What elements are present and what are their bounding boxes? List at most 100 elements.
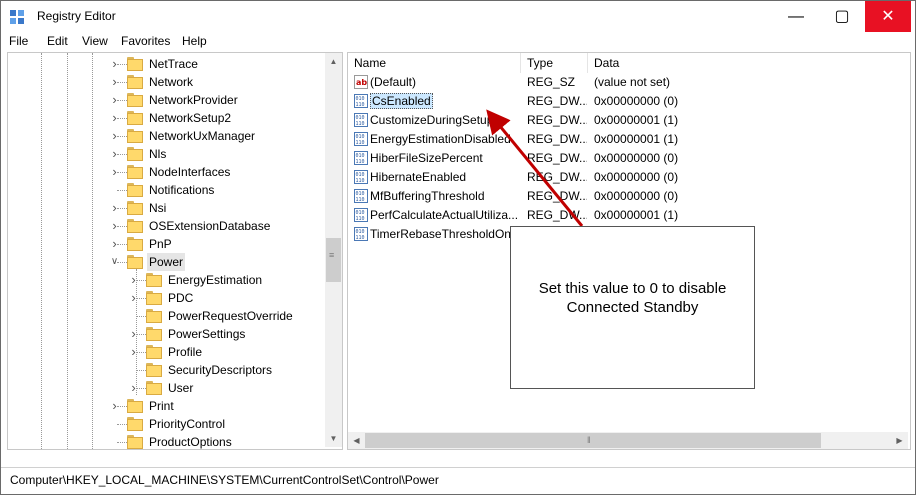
tree-node[interactable]: Notifications xyxy=(8,181,323,199)
scrollbar-thumb[interactable]: ≡ xyxy=(326,238,341,282)
menu-help[interactable]: Help xyxy=(182,34,207,48)
tree-guide-line xyxy=(117,190,127,191)
scroll-left-arrow-icon[interactable]: ◀ xyxy=(348,432,365,449)
expand-chevron-icon[interactable]: › xyxy=(110,217,119,235)
scroll-down-arrow-icon[interactable]: ▼ xyxy=(325,430,342,447)
tree-node[interactable]: › Network xyxy=(8,73,323,91)
expand-chevron-icon[interactable]: › xyxy=(110,235,119,253)
value-type: REG_DW... xyxy=(527,189,587,203)
expand-chevron-icon[interactable]: › xyxy=(110,55,119,73)
registry-editor-window: Registry Editor — ▢ ✕ File Edit View Fav… xyxy=(0,0,916,495)
svg-text:110: 110 xyxy=(356,159,365,165)
list-horizontal-scrollbar[interactable]: ◀ ‖ ▶ xyxy=(348,432,908,449)
expand-chevron-icon[interactable]: › xyxy=(110,109,119,127)
grip-icon: ‖ xyxy=(587,435,591,445)
tree-node[interactable]: › PDC xyxy=(8,289,323,307)
tree-node[interactable]: PowerRequestOverride xyxy=(8,307,323,325)
value-name-cell: EnergyEstimationDisabled xyxy=(370,130,520,149)
collapse-chevron-icon[interactable]: ∨ xyxy=(110,253,119,271)
value-row[interactable]: 010 110 MfBufferingThreshold REG_DW... 0x000… xyxy=(348,187,908,206)
tree-node-label: Profile xyxy=(168,345,203,359)
value-name-cell: HibernateEnabled xyxy=(370,168,520,187)
folder-icon xyxy=(127,219,143,233)
value-data: 0x00000000 (0) xyxy=(594,151,679,165)
scrollbar-thumb[interactable]: ‖ xyxy=(365,433,821,448)
tree-node[interactable]: › NetworkUxManager xyxy=(8,127,323,145)
tree-node-label: OSExtensionDatabase xyxy=(149,219,271,233)
tree-node-label: ProductOptions xyxy=(149,435,232,449)
expand-chevron-icon[interactable]: › xyxy=(110,199,119,217)
scroll-right-arrow-icon[interactable]: ▶ xyxy=(891,432,908,449)
tree-node[interactable]: PriorityControl xyxy=(8,415,323,433)
expand-chevron-icon[interactable]: › xyxy=(129,343,138,361)
tree-node[interactable]: SecurityDescriptors xyxy=(8,361,323,379)
column-header-type[interactable]: Type xyxy=(521,53,588,73)
tree-node[interactable]: › Nls xyxy=(8,145,323,163)
expand-chevron-icon[interactable]: › xyxy=(129,379,138,397)
folder-icon xyxy=(146,363,162,377)
menu-file[interactable]: File xyxy=(9,34,28,48)
value-row[interactable]: 010 110 EnergyEstimationDisabled REG_DW... 0… xyxy=(348,130,908,149)
tree-node[interactable]: › NetTrace xyxy=(8,55,323,73)
key-tree-pane[interactable]: › NetTrace › Network › NetworkProvider › Networ… xyxy=(7,52,343,450)
value-data: 0x00000000 (0) xyxy=(594,94,679,108)
expand-chevron-icon[interactable]: › xyxy=(110,127,119,145)
expand-chevron-icon[interactable]: › xyxy=(110,397,119,415)
minimize-button[interactable]: — xyxy=(773,1,819,32)
value-row[interactable]: ab (Default) REG_SZ (value not set) xyxy=(348,73,908,92)
expand-chevron-icon[interactable]: › xyxy=(129,289,138,307)
value-name: (Default) xyxy=(370,75,417,89)
dword-value-icon: 010 110 xyxy=(354,189,368,203)
tree-node[interactable]: › User xyxy=(8,379,323,397)
value-name: MfBufferingThreshold xyxy=(370,189,485,203)
expand-chevron-icon[interactable]: › xyxy=(110,163,119,181)
tree-node[interactable]: ∨ Power xyxy=(8,253,323,271)
tree-node[interactable]: › PowerSettings xyxy=(8,325,323,343)
value-name: TimerRebaseThresholdOn... xyxy=(370,227,520,241)
expand-chevron-icon[interactable]: › xyxy=(110,145,119,163)
maximize-button[interactable]: ▢ xyxy=(819,1,865,32)
value-row[interactable]: 010 110 HibernateEnabled REG_DW... 0x0000000… xyxy=(348,168,908,187)
value-name-cell: HiberFileSizePercent xyxy=(370,149,520,168)
dword-value-icon: 010 110 xyxy=(354,113,368,127)
expand-chevron-icon[interactable]: › xyxy=(129,325,138,343)
expand-chevron-icon[interactable]: › xyxy=(110,91,119,109)
tree-node[interactable]: › Profile xyxy=(8,343,323,361)
column-header-data[interactable]: Data xyxy=(588,53,908,73)
value-row[interactable]: 010 110 PerfCalculateActualUtiliza... REG_D… xyxy=(348,206,908,225)
tree-node-label: NetworkSetup2 xyxy=(149,111,232,125)
tree-node[interactable]: › Print xyxy=(8,397,323,415)
tree-node[interactable]: ProductOptions xyxy=(8,433,323,449)
tree-node[interactable]: › OSExtensionDatabase xyxy=(8,217,323,235)
expand-chevron-icon[interactable]: › xyxy=(129,271,138,289)
close-button[interactable]: ✕ xyxy=(865,1,911,32)
menu-edit[interactable]: Edit xyxy=(47,34,68,48)
menu-view[interactable]: View xyxy=(82,34,108,48)
value-row[interactable]: 010 110 CustomizeDuringSetup REG_DW... 0x000… xyxy=(348,111,908,130)
tree-node[interactable]: › NetworkSetup2 xyxy=(8,109,323,127)
tree-node[interactable]: › NodeInterfaces xyxy=(8,163,323,181)
tree-node[interactable]: › NetworkProvider xyxy=(8,91,323,109)
tree-node[interactable]: › EnergyEstimation xyxy=(8,271,323,289)
tree-node[interactable]: › PnP xyxy=(8,235,323,253)
menu-favorites[interactable]: Favorites xyxy=(121,34,170,48)
value-row[interactable]: 010 110 CsEnabled REG_DW... 0x00000000 (0) xyxy=(348,92,908,111)
value-row[interactable]: 010 110 HiberFileSizePercent REG_DW... 0x000… xyxy=(348,149,908,168)
annotation-callout: Set this value to 0 to disable Connected… xyxy=(510,226,755,389)
value-name: PerfCalculateActualUtiliza... xyxy=(370,208,519,222)
svg-text:110: 110 xyxy=(356,216,365,222)
tree-node[interactable]: › Nsi xyxy=(8,199,323,217)
tree-vertical-scrollbar[interactable]: ▲ ≡ ▼ xyxy=(325,53,342,447)
title-bar[interactable]: Registry Editor — ▢ ✕ xyxy=(1,1,915,32)
expand-chevron-icon[interactable]: › xyxy=(110,73,119,91)
tree-node-label: User xyxy=(168,381,194,395)
column-header-name[interactable]: Name xyxy=(348,53,521,73)
window-title: Registry Editor xyxy=(37,9,116,23)
scroll-up-arrow-icon[interactable]: ▲ xyxy=(325,53,342,70)
tree-node-label: Notifications xyxy=(149,183,215,197)
folder-icon xyxy=(146,291,162,305)
tree-node-label: NetworkProvider xyxy=(149,93,238,107)
folder-icon xyxy=(127,201,143,215)
value-name-cell: (Default) xyxy=(370,73,520,92)
value-type: REG_DW... xyxy=(527,132,587,146)
